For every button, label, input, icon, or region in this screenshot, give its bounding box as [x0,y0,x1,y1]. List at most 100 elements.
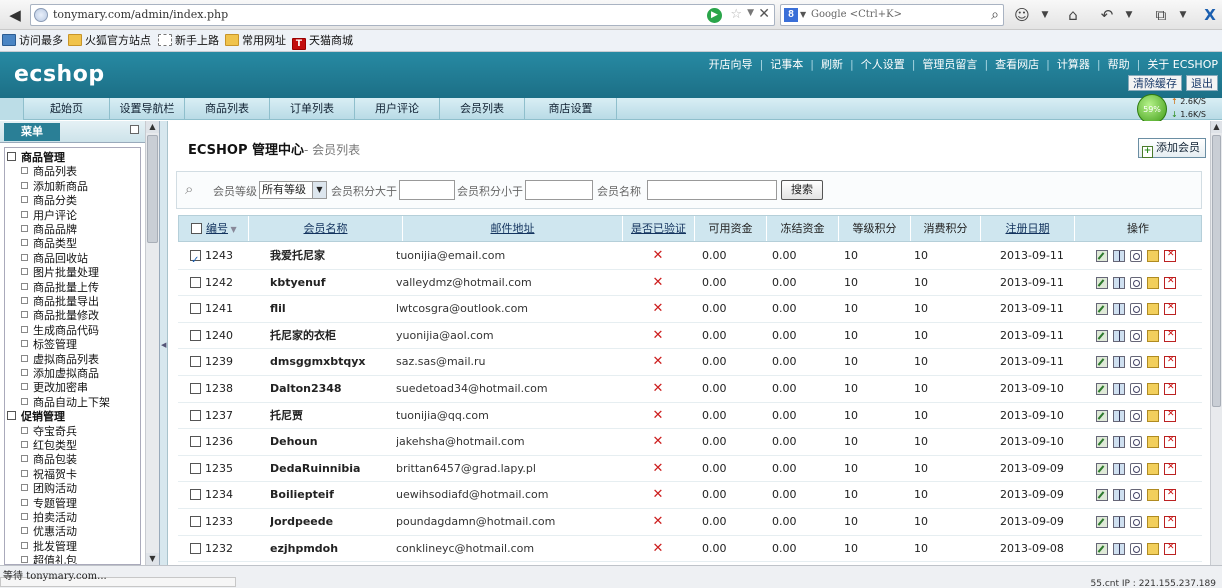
menu-item[interactable]: 商品批量修改 [21,309,99,323]
url-dropdown-icon[interactable]: ▼ [747,8,754,18]
edit-icon[interactable] [1096,489,1108,502]
link-notepad[interactable]: 记事本 [770,58,803,71]
address-book-icon[interactable] [1113,250,1125,262]
address-book-icon[interactable] [1113,542,1125,555]
delete-icon[interactable] [1164,488,1176,502]
google-icon[interactable]: 8 [784,8,798,22]
delete-icon[interactable] [1164,355,1176,369]
menu-group[interactable]: 促销管理 [7,410,65,424]
tab-shop-settings[interactable]: 商店设置 [525,98,617,120]
folder-icon[interactable] [1147,516,1159,528]
view-icon[interactable] [1130,489,1142,502]
folder-icon[interactable] [1147,383,1159,395]
clear-cache-button[interactable]: 清除缓存 [1128,75,1182,91]
menu-item[interactable]: 红包类型 [21,439,77,453]
tab-order-list[interactable]: 订单列表 [270,98,355,120]
col-email[interactable]: 邮件地址 [403,216,623,241]
folder-icon[interactable] [1147,303,1159,316]
address-book-icon[interactable] [1113,516,1125,528]
row-checkbox[interactable] [190,489,201,501]
cross-icon[interactable]: ✕ [653,248,664,263]
menu-item[interactable]: 标签管理 [21,338,77,352]
row-checkbox[interactable] [190,383,201,394]
view-icon[interactable] [1130,329,1142,342]
view-icon[interactable] [1130,542,1142,555]
tab-nav-settings[interactable]: 设置导航栏 [110,98,185,120]
delete-icon[interactable] [1164,329,1176,342]
address-book-icon[interactable] [1113,462,1125,475]
edit-icon[interactable] [1096,462,1108,475]
crop-icon[interactable]: ⧉ [1150,4,1172,26]
content-scrollbar[interactable]: ▲ [1210,121,1222,565]
address-book-icon[interactable] [1113,356,1125,369]
menu-item[interactable]: 添加新商品 [21,180,88,194]
points-gt-input[interactable] [399,180,455,200]
home-icon[interactable]: ⌂ [1062,4,1084,26]
menu-item[interactable]: 拍卖活动 [21,511,77,525]
view-icon[interactable] [1130,436,1142,449]
col-verified[interactable]: 是否已验证 [623,216,695,241]
row-checkbox[interactable] [190,303,201,315]
bookmark-star-icon[interactable]: ☆ [730,7,742,22]
edit-icon[interactable] [1096,383,1108,395]
points-lt-input[interactable] [525,180,593,200]
delete-icon[interactable] [1164,462,1176,475]
edit-icon[interactable] [1096,276,1108,289]
menu-item[interactable]: 商品自动上下架 [21,396,110,410]
folder-icon[interactable] [1147,356,1159,369]
select-all-checkbox[interactable] [191,223,202,234]
folder-icon[interactable] [1147,462,1159,475]
menu-item[interactable]: 生成商品代码 [21,324,99,338]
tab-member-list[interactable]: 会员列表 [440,98,525,120]
link-about-ecshop[interactable]: 关于 ECSHOP [1147,58,1218,71]
view-icon[interactable] [1130,250,1142,262]
search-bar[interactable]: 8 ▼ Google <Ctrl+K> ⌕ [780,4,1004,26]
network-monitor[interactable]: 59% ↑ 2.6K/S ↓ 1.6K/S [1137,94,1217,124]
menu-item[interactable]: 商品列表 [21,165,77,179]
delete-icon[interactable] [1164,409,1176,422]
row-checkbox[interactable] [190,542,201,554]
folder-icon[interactable] [1147,436,1159,449]
menu-item[interactable]: 商品分类 [21,194,77,208]
link-view-store[interactable]: 查看网店 [995,58,1039,71]
addon-icon[interactable]: ☺ [1012,4,1032,26]
view-icon[interactable] [1130,383,1142,395]
rank-select[interactable]: 所有等级 ▼ [259,181,327,199]
view-icon[interactable] [1130,276,1142,289]
address-book-icon[interactable] [1113,303,1125,316]
folder-icon[interactable] [1147,409,1159,422]
scroll-thumb[interactable] [147,135,158,243]
menu-item[interactable]: 用户评论 [21,209,77,223]
crop-dropdown-icon[interactable]: ▼ [1178,4,1188,26]
view-icon[interactable] [1130,409,1142,422]
addon-dropdown-icon[interactable]: ▼ [1040,4,1050,26]
row-checkbox[interactable] [190,462,201,474]
menu-item[interactable]: 更改加密串 [21,381,88,395]
undo-dropdown-icon[interactable]: ▼ [1124,4,1134,26]
scroll-up-icon[interactable]: ▲ [1211,121,1222,133]
back-arrow-icon[interactable]: ◀ [4,4,26,26]
menu-scrollbar[interactable]: ▲ ▼ [145,121,159,565]
bookmark-most-visited[interactable]: 访问最多 [2,33,63,49]
scroll-thumb[interactable] [1212,135,1221,407]
menu-item[interactable]: 图片批量处理 [21,266,99,280]
cross-icon[interactable]: ✕ [653,461,664,476]
menu-item[interactable]: 商品类型 [21,237,77,251]
edit-icon[interactable] [1096,329,1108,342]
menu-item[interactable]: 商品批量导出 [21,295,99,309]
bookmark-firefox-site[interactable]: 火狐官方站点 [68,33,151,49]
edit-icon[interactable] [1096,436,1108,449]
row-checkbox[interactable] [190,329,201,341]
edit-icon[interactable] [1096,356,1108,369]
folder-icon[interactable] [1147,489,1159,502]
address-book-icon[interactable] [1113,383,1125,395]
tab-user-comments[interactable]: 用户评论 [355,98,440,120]
scroll-down-icon[interactable]: ▼ [146,553,159,565]
undo-icon[interactable]: ↶ [1096,4,1118,26]
cross-icon[interactable]: ✕ [653,381,664,396]
address-book-icon[interactable] [1113,329,1125,342]
menu-item[interactable]: 商品批量上传 [21,281,99,295]
link-calculator[interactable]: 计算器 [1057,58,1090,71]
link-admin-messages[interactable]: 管理员留言 [922,58,977,71]
edit-icon[interactable] [1096,303,1108,316]
